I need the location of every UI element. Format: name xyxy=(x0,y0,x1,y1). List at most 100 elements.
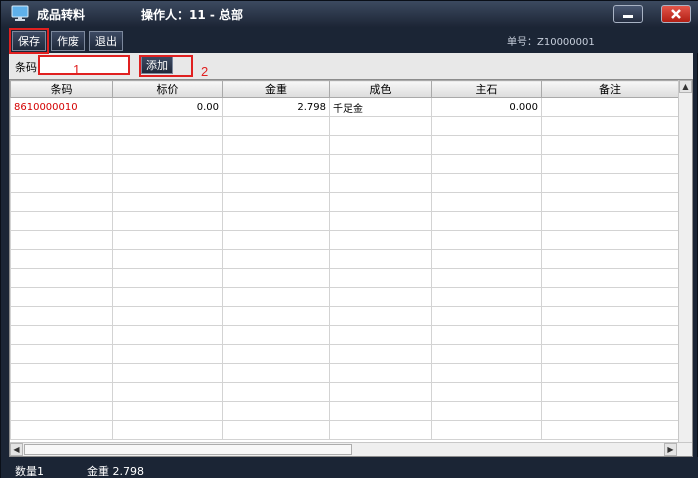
empty-cell[interactable] xyxy=(112,116,223,136)
empty-cell[interactable] xyxy=(112,173,223,193)
empty-cell[interactable] xyxy=(541,401,679,421)
column-header-price[interactable]: 标价 xyxy=(112,80,223,98)
empty-cell[interactable] xyxy=(112,306,223,326)
empty-cell[interactable] xyxy=(10,344,113,364)
empty-cell[interactable] xyxy=(112,192,223,212)
empty-cell[interactable] xyxy=(222,192,330,212)
table-row[interactable] xyxy=(10,211,679,231)
empty-cell[interactable] xyxy=(10,382,113,402)
table-row[interactable] xyxy=(10,135,679,155)
cell-price[interactable]: 0.00 xyxy=(112,97,223,117)
column-header-main-stone[interactable]: 主石 xyxy=(431,80,542,98)
empty-cell[interactable] xyxy=(10,268,113,288)
empty-cell[interactable] xyxy=(541,173,679,193)
cell-barcode[interactable]: 8610000010 xyxy=(10,97,113,117)
minimize-button[interactable] xyxy=(613,5,643,23)
close-button[interactable] xyxy=(661,5,691,23)
empty-cell[interactable] xyxy=(222,116,330,136)
empty-cell[interactable] xyxy=(329,382,432,402)
empty-cell[interactable] xyxy=(10,230,113,250)
empty-cell[interactable] xyxy=(10,420,113,440)
empty-cell[interactable] xyxy=(112,287,223,307)
empty-cell[interactable] xyxy=(431,344,542,364)
empty-cell[interactable] xyxy=(431,135,542,155)
column-header-note[interactable]: 备注 xyxy=(541,80,679,98)
empty-cell[interactable] xyxy=(431,230,542,250)
empty-cell[interactable] xyxy=(222,287,330,307)
empty-cell[interactable] xyxy=(222,306,330,326)
empty-cell[interactable] xyxy=(10,211,113,231)
empty-cell[interactable] xyxy=(541,230,679,250)
vertical-scrollbar[interactable]: ▲ xyxy=(678,80,692,442)
empty-cell[interactable] xyxy=(431,154,542,174)
add-button[interactable]: 添加 xyxy=(141,56,173,74)
empty-cell[interactable] xyxy=(329,268,432,288)
empty-cell[interactable] xyxy=(10,192,113,212)
empty-cell[interactable] xyxy=(329,287,432,307)
empty-cell[interactable] xyxy=(222,211,330,231)
empty-cell[interactable] xyxy=(431,306,542,326)
table-row[interactable] xyxy=(10,230,679,250)
empty-cell[interactable] xyxy=(431,325,542,345)
empty-cell[interactable] xyxy=(329,192,432,212)
table-row[interactable] xyxy=(10,363,679,383)
empty-cell[interactable] xyxy=(541,363,679,383)
empty-cell[interactable] xyxy=(222,249,330,269)
empty-cell[interactable] xyxy=(222,382,330,402)
empty-cell[interactable] xyxy=(112,420,223,440)
empty-cell[interactable] xyxy=(112,268,223,288)
empty-cell[interactable] xyxy=(10,287,113,307)
empty-cell[interactable] xyxy=(112,230,223,250)
empty-cell[interactable] xyxy=(329,420,432,440)
item-grid[interactable]: 条码 标价 金重 成色 主石 备注 8610000010 0.00 2.798 … xyxy=(9,79,693,457)
table-row[interactable] xyxy=(10,420,679,440)
empty-cell[interactable] xyxy=(541,382,679,402)
empty-cell[interactable] xyxy=(222,154,330,174)
empty-cell[interactable] xyxy=(329,363,432,383)
empty-cell[interactable] xyxy=(541,135,679,155)
table-row[interactable] xyxy=(10,249,679,269)
empty-cell[interactable] xyxy=(431,116,542,136)
empty-cell[interactable] xyxy=(10,154,113,174)
table-row[interactable] xyxy=(10,306,679,326)
empty-cell[interactable] xyxy=(329,211,432,231)
empty-cell[interactable] xyxy=(431,287,542,307)
table-row[interactable] xyxy=(10,287,679,307)
empty-cell[interactable] xyxy=(112,211,223,231)
table-row[interactable] xyxy=(10,268,679,288)
empty-cell[interactable] xyxy=(222,173,330,193)
horizontal-scroll-thumb[interactable] xyxy=(24,444,352,455)
table-row[interactable]: 8610000010 0.00 2.798 千足金 0.000 xyxy=(10,97,679,117)
column-header-gold-weight[interactable]: 金重 xyxy=(222,80,330,98)
table-row[interactable] xyxy=(10,401,679,421)
table-row[interactable] xyxy=(10,344,679,364)
empty-cell[interactable] xyxy=(329,173,432,193)
empty-cell[interactable] xyxy=(431,249,542,269)
empty-cell[interactable] xyxy=(10,401,113,421)
empty-cell[interactable] xyxy=(541,420,679,440)
table-row[interactable] xyxy=(10,116,679,136)
empty-cell[interactable] xyxy=(10,116,113,136)
empty-cell[interactable] xyxy=(541,154,679,174)
empty-cell[interactable] xyxy=(222,135,330,155)
empty-cell[interactable] xyxy=(541,192,679,212)
empty-cell[interactable] xyxy=(329,306,432,326)
empty-cell[interactable] xyxy=(10,135,113,155)
empty-cell[interactable] xyxy=(222,401,330,421)
table-row[interactable] xyxy=(10,325,679,345)
void-button[interactable]: 作废 xyxy=(51,31,85,51)
scroll-left-icon[interactable]: ◀ xyxy=(10,443,23,456)
empty-cell[interactable] xyxy=(541,211,679,231)
empty-cell[interactable] xyxy=(431,363,542,383)
empty-cell[interactable] xyxy=(329,116,432,136)
cell-note[interactable] xyxy=(541,97,679,117)
empty-cell[interactable] xyxy=(431,173,542,193)
cell-main-stone[interactable]: 0.000 xyxy=(431,97,542,117)
empty-cell[interactable] xyxy=(329,325,432,345)
empty-cell[interactable] xyxy=(222,363,330,383)
empty-cell[interactable] xyxy=(112,401,223,421)
empty-cell[interactable] xyxy=(222,344,330,364)
cell-fineness[interactable]: 千足金 xyxy=(329,97,432,117)
table-row[interactable] xyxy=(10,192,679,212)
empty-cell[interactable] xyxy=(222,230,330,250)
